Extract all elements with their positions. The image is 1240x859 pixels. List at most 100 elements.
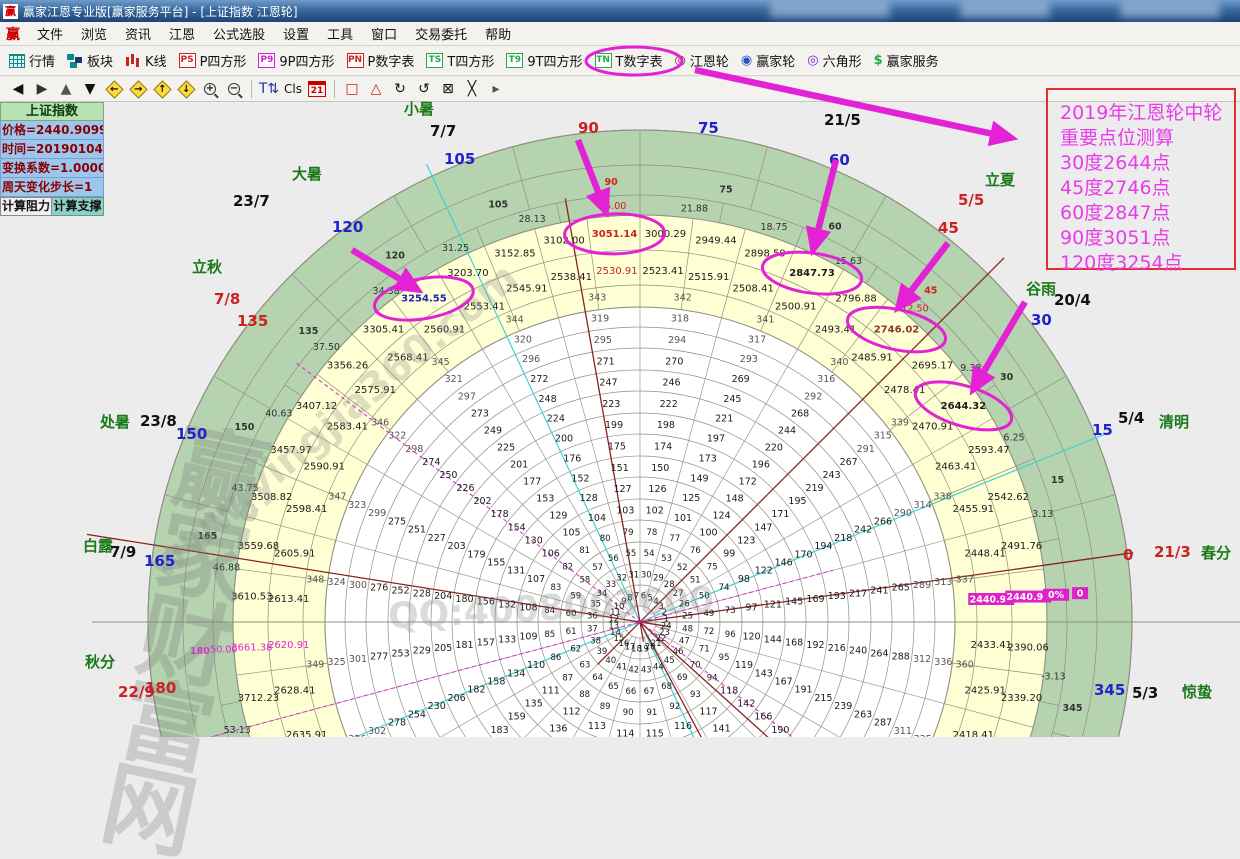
rotate-cw-icon: ↻: [394, 81, 406, 97]
menu-item-工具[interactable]: 工具: [318, 26, 362, 45]
toolbar-button-板块[interactable]: 板块: [62, 49, 120, 72]
menu-item-设置[interactable]: 设置: [274, 26, 318, 45]
toolbar-button-T四方形[interactable]: TST四方形: [421, 49, 501, 72]
svg-text:67: 67: [644, 687, 655, 697]
svg-text:110: 110: [527, 660, 545, 671]
toolbar-button-P数字表[interactable]: PNP数字表: [342, 49, 422, 72]
svg-text:90: 90: [623, 708, 634, 718]
svg-text:157: 157: [477, 637, 495, 648]
pan-down-button[interactable]: ↓: [174, 79, 198, 99]
svg-text:122: 122: [755, 566, 773, 577]
svg-text:288: 288: [892, 651, 910, 662]
svg-text:81: 81: [579, 546, 590, 556]
menu-item-江恩[interactable]: 江恩: [160, 26, 204, 45]
calendar-button[interactable]: 21: [305, 79, 329, 99]
rotate-cw-button[interactable]: ↻: [388, 79, 412, 99]
menu-item-浏览[interactable]: 浏览: [72, 26, 116, 45]
svg-text:316: 316: [817, 374, 835, 385]
toolbar-button-行情[interactable]: 行情: [4, 49, 62, 72]
svg-text:242: 242: [854, 525, 872, 536]
pan-right-icon: →: [129, 80, 147, 98]
svg-text:166: 166: [754, 712, 772, 723]
svg-text:124: 124: [713, 511, 731, 522]
svg-text:2746.02: 2746.02: [874, 325, 920, 336]
down-arrow-button[interactable]: ▼: [78, 79, 102, 99]
window-title: 赢家江恩专业版[赢家服务平台] - [上证指数 江恩轮]: [23, 3, 298, 20]
svg-text:135: 135: [525, 699, 543, 710]
toolbar-button-9P四方形[interactable]: P99P四方形: [253, 49, 341, 72]
cls-button-button[interactable]: Cls: [281, 79, 305, 99]
svg-text:97: 97: [745, 602, 757, 613]
svg-text:277: 277: [370, 651, 388, 662]
svg-text:325: 325: [328, 657, 346, 668]
pan-right-button[interactable]: →: [126, 79, 150, 99]
svg-text:292: 292: [804, 391, 822, 402]
menu-item-窗口[interactable]: 窗口: [362, 26, 406, 45]
pan-left-icon: ←: [105, 80, 123, 98]
svg-text:69: 69: [677, 673, 688, 683]
pan-up-button[interactable]: ↑: [150, 79, 174, 99]
center-cross-button[interactable]: ╳: [460, 79, 484, 99]
svg-text:173: 173: [699, 453, 717, 464]
svg-text:28: 28: [664, 580, 675, 590]
zoom-in-button[interactable]: +: [198, 79, 222, 99]
svg-text:100: 100: [699, 528, 717, 539]
svg-text:18.75: 18.75: [760, 222, 787, 233]
toolbar-button-江恩轮[interactable]: ◎江恩轮: [670, 49, 736, 72]
toolbar-button-赢家服务[interactable]: $赢家服务: [869, 49, 946, 72]
center-cross-icon: ╳: [468, 81, 476, 97]
menu-item-文件[interactable]: 文件: [28, 26, 72, 45]
toolbar-button-P四方形[interactable]: PSP四方形: [174, 49, 254, 72]
svg-text:345: 345: [1063, 703, 1083, 714]
svg-text:84: 84: [544, 606, 555, 616]
calc-support-button[interactable]: 计算支撑: [52, 197, 104, 216]
svg-text:36: 36: [587, 612, 598, 622]
t-updown-button[interactable]: T⇅: [257, 79, 281, 99]
toolbar-button-六角形[interactable]: ◎六角形: [802, 49, 868, 72]
TS-icon: TS: [426, 53, 443, 68]
svg-text:3356.26: 3356.26: [327, 361, 368, 372]
svg-text:66: 66: [626, 687, 637, 697]
pan-left-button[interactable]: ←: [102, 79, 126, 99]
menu-item-公式选股[interactable]: 公式选股: [204, 26, 274, 45]
calc-resistance-button[interactable]: 计算阻力: [0, 197, 52, 216]
toolbar-button-T数字表[interactable]: TNT数字表: [590, 49, 670, 72]
box-x-button[interactable]: ⊠: [436, 79, 460, 99]
svg-text:106: 106: [542, 549, 560, 560]
svg-text:223: 223: [602, 399, 620, 410]
toolbar-button-赢家轮[interactable]: ◉赢家轮: [736, 49, 802, 72]
svg-text:194: 194: [814, 541, 832, 552]
svg-text:225: 225: [497, 442, 515, 453]
svg-text:78: 78: [646, 528, 657, 538]
menu-item-资讯[interactable]: 资讯: [116, 26, 160, 45]
svg-text:58: 58: [579, 576, 590, 586]
svg-text:220: 220: [765, 442, 783, 453]
zoom-out-button[interactable]: −: [222, 79, 246, 99]
svg-text:116: 116: [674, 721, 692, 732]
svg-text:3.13: 3.13: [1032, 509, 1053, 520]
up-arrow-button[interactable]: ▲: [54, 79, 78, 99]
toolbar-button-K线[interactable]: K线: [120, 49, 174, 72]
annotation-line: 60度2847点: [1060, 201, 1234, 226]
menu-item-交易委托[interactable]: 交易委托: [406, 26, 476, 45]
select-box-button[interactable]: ▸: [484, 79, 508, 99]
cls-button-icon: Cls: [284, 82, 302, 96]
next-arrow-button[interactable]: ▶: [30, 79, 54, 99]
svg-text:320: 320: [514, 334, 532, 345]
menu-item-帮助[interactable]: 帮助: [476, 26, 520, 45]
svg-text:12.50: 12.50: [901, 303, 928, 314]
triangle-tool-button[interactable]: △: [364, 79, 388, 99]
svg-text:123: 123: [737, 535, 755, 546]
svg-text:50.00: 50.00: [210, 644, 237, 655]
svg-text:302: 302: [368, 726, 386, 737]
rect-tool-button[interactable]: □: [340, 79, 364, 99]
svg-text:15.63: 15.63: [835, 256, 862, 267]
svg-text:29: 29: [653, 574, 664, 584]
toolbar-button-9T四方形[interactable]: T99T四方形: [501, 49, 589, 72]
rotate-ccw-button[interactable]: ↺: [412, 79, 436, 99]
PS-icon: PS: [179, 53, 196, 68]
svg-text:41: 41: [616, 662, 627, 672]
prev-arrow-button[interactable]: ◀: [6, 79, 30, 99]
svg-text:77: 77: [669, 534, 680, 544]
svg-text:6: 6: [641, 592, 646, 602]
